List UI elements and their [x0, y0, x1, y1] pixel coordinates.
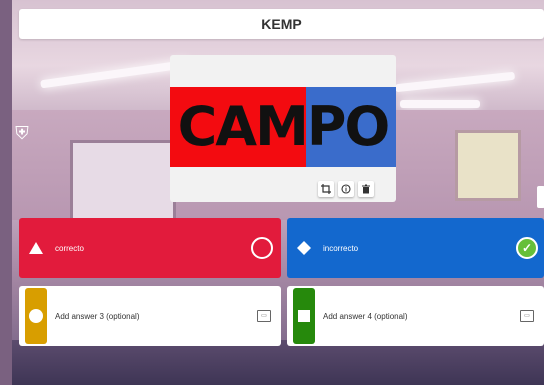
answer-3-input[interactable]: Add answer 3 (optional)	[55, 312, 257, 321]
question-title[interactable]: KEMP	[19, 9, 544, 39]
answer-2-text[interactable]: incorrecto	[323, 244, 516, 253]
ceiling-light	[400, 100, 480, 108]
image-upload-icon[interactable]: ▭	[257, 310, 271, 322]
diamond-icon	[293, 218, 315, 278]
check-icon[interactable]: ✓	[516, 237, 538, 259]
crop-icon[interactable]	[318, 181, 334, 197]
background-floor	[0, 340, 544, 385]
answer-4[interactable]: Add answer 4 (optional) ▭	[287, 286, 544, 346]
answer-2[interactable]: incorrecto ✓	[287, 218, 544, 278]
info-icon[interactable]	[338, 181, 354, 197]
crest-icon: ⛨	[15, 123, 29, 143]
square-icon	[293, 288, 315, 344]
answer-4-input[interactable]: Add answer 4 (optional)	[323, 312, 520, 321]
answer-1[interactable]: correcto	[19, 218, 281, 278]
side-panel-handle[interactable]	[537, 186, 544, 208]
background-window	[455, 130, 521, 201]
answer-1-text[interactable]: correcto	[55, 244, 251, 253]
image-text: CAMPO	[177, 95, 391, 158]
question-image: CAMPO	[170, 87, 396, 167]
image-upload-icon[interactable]: ▭	[520, 310, 534, 322]
mark-correct-toggle[interactable]	[251, 237, 273, 259]
left-panel-edge	[0, 0, 12, 385]
media-card: CAMPO	[170, 55, 396, 202]
trash-icon[interactable]	[358, 181, 374, 197]
answer-3[interactable]: Add answer 3 (optional) ▭	[19, 286, 281, 346]
background-board	[70, 140, 176, 221]
triangle-icon	[25, 218, 47, 278]
question-title-text: KEMP	[261, 16, 302, 32]
circle-icon	[25, 288, 47, 344]
media-toolbar	[318, 181, 374, 197]
